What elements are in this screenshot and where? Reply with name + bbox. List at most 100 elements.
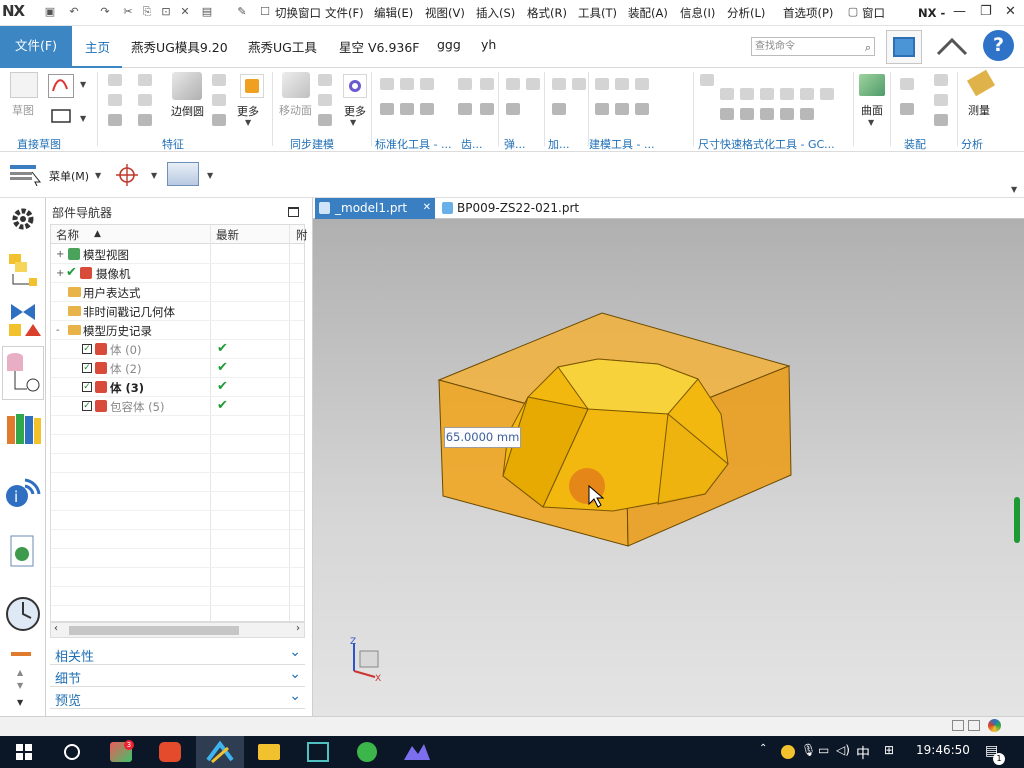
- dim-format-icon[interactable]: [780, 108, 794, 120]
- delete-icon[interactable]: ✕: [178, 5, 192, 19]
- taskbar-explorer-icon[interactable]: [245, 736, 293, 768]
- cortana-search-icon[interactable]: [48, 736, 96, 768]
- spring-tool-icon[interactable]: [526, 78, 540, 90]
- dimension-label[interactable]: 65.0000 mm: [444, 427, 521, 448]
- close-tab-icon[interactable]: ✕: [423, 198, 431, 218]
- std-tool-icon[interactable]: [380, 78, 394, 90]
- spring-tool-icon[interactable]: [506, 78, 520, 90]
- model-tool-icon[interactable]: [615, 103, 629, 115]
- menu-assembly[interactable]: 装配(A): [628, 5, 668, 21]
- dim-format-icon[interactable]: [820, 88, 834, 100]
- dim-format-icon[interactable]: [740, 108, 754, 120]
- maximize-icon[interactable]: [288, 207, 299, 217]
- tab-yh[interactable]: yh: [481, 37, 496, 52]
- group-sync-modeling[interactable]: 同步建模: [290, 136, 334, 152]
- menu-insert[interactable]: 插入(S): [476, 5, 515, 21]
- repeat-command-icon[interactable]: ▤: [200, 5, 214, 19]
- edge-blend-icon[interactable]: [172, 72, 202, 100]
- expand-toggle-icon[interactable]: +: [56, 250, 65, 260]
- assembly-icon[interactable]: [900, 103, 914, 115]
- panel-dependencies[interactable]: 相关性 ⌄: [50, 644, 305, 665]
- web-browser-icon[interactable]: [3, 532, 43, 572]
- info-icon[interactable]: i: [3, 472, 43, 512]
- chevron-down-icon[interactable]: ▼: [245, 118, 251, 127]
- menu-file[interactable]: 文件(F): [325, 5, 364, 21]
- expand-toggle-icon[interactable]: +: [56, 269, 65, 279]
- chevron-down-icon[interactable]: ▼: [80, 114, 86, 123]
- group-direct-sketch[interactable]: 直接草图: [17, 136, 61, 152]
- pull-face-icon[interactable]: [318, 74, 332, 86]
- scroll-thumb[interactable]: [69, 626, 239, 635]
- std-tool-icon[interactable]: [400, 78, 414, 90]
- tree-row[interactable]: + ✔ 摄像机: [51, 264, 304, 283]
- roles-icon[interactable]: [3, 646, 43, 670]
- panel-details[interactable]: 细节 ⌄: [50, 666, 305, 687]
- chevron-up-icon[interactable]: ⌃: [759, 743, 767, 754]
- tab-home[interactable]: 主页: [85, 37, 110, 56]
- panel-preview[interactable]: 预览 ⌄: [50, 688, 305, 709]
- group-dim-format[interactable]: 尺寸快速格式化工具 - GC...: [698, 136, 835, 152]
- chevron-down-icon[interactable]: ▼: [868, 118, 874, 127]
- menu-window[interactable]: 窗口: [862, 5, 885, 21]
- menu-button[interactable]: 菜单(M): [49, 168, 89, 184]
- feature-checkbox[interactable]: ✓: [82, 382, 92, 392]
- more-sync-label[interactable]: 更多: [344, 103, 366, 119]
- paste-icon[interactable]: ⊡: [159, 5, 173, 19]
- assembly-icon[interactable]: [934, 114, 948, 126]
- group-feature[interactable]: 特征: [162, 136, 184, 152]
- menu-icon[interactable]: [8, 162, 42, 187]
- feature-checkbox[interactable]: ✓: [82, 344, 92, 354]
- keyboard-icon[interactable]: ⊞: [884, 743, 894, 757]
- spring-tool-icon[interactable]: [506, 103, 520, 115]
- assembly-navigator-icon[interactable]: [3, 250, 43, 290]
- chevron-down-icon[interactable]: ▼: [17, 681, 23, 690]
- surface-icon[interactable]: [859, 74, 885, 96]
- tree-row[interactable]: ✓ 体 (2) ✔: [51, 359, 304, 378]
- window-icon[interactable]: ▢: [846, 5, 860, 19]
- taskbar-app-icon[interactable]: 3: [98, 736, 146, 768]
- std-tool-icon[interactable]: [400, 103, 414, 115]
- help-icon[interactable]: ?: [983, 30, 1014, 61]
- navigator-hscrollbar[interactable]: ‹ ›: [50, 622, 305, 638]
- network-icon[interactable]: ▭: [818, 743, 829, 757]
- model-tool-icon[interactable]: [595, 103, 609, 115]
- search-icon[interactable]: ⌕: [865, 39, 871, 56]
- chevron-down-icon[interactable]: ▼: [207, 171, 213, 180]
- assembly-icon[interactable]: [934, 94, 948, 106]
- std-tool-icon[interactable]: [420, 78, 434, 90]
- shell-icon[interactable]: [138, 94, 152, 106]
- column-name[interactable]: 名称: [56, 227, 79, 243]
- chevron-down-icon[interactable]: ▼: [95, 171, 101, 180]
- dim-format-icon[interactable]: [760, 88, 774, 100]
- taskbar-browser-icon[interactable]: [343, 736, 391, 768]
- collapse-ribbon-button[interactable]: [934, 30, 970, 64]
- tree-row[interactable]: + 模型视图: [51, 245, 304, 264]
- reuse-library-icon[interactable]: [3, 408, 43, 448]
- menu-tools[interactable]: 工具(T): [578, 5, 617, 21]
- pattern-icon[interactable]: [138, 114, 152, 126]
- group-modeling-tools[interactable]: 建模工具 - ...: [589, 136, 654, 152]
- add-tool-icon[interactable]: [552, 78, 566, 90]
- chevron-down-icon[interactable]: ▼: [1011, 185, 1017, 194]
- dim-format-icon[interactable]: [780, 88, 794, 100]
- scroll-right-icon[interactable]: ›: [296, 623, 300, 634]
- viewport-scroll-indicator[interactable]: [1014, 497, 1020, 543]
- dim-format-icon[interactable]: [720, 88, 734, 100]
- add-tool-icon[interactable]: [552, 103, 566, 115]
- std-tool-icon[interactable]: [380, 103, 394, 115]
- gear-tool-icon[interactable]: [458, 78, 472, 90]
- copy-icon[interactable]: ⎘: [140, 5, 154, 19]
- switch-window-icon[interactable]: ☐: [258, 5, 272, 19]
- tree-row[interactable]: ✓ 包容体 (5) ✔: [51, 397, 304, 416]
- clock[interactable]: 19:46:50: [916, 743, 970, 757]
- rectangle-icon[interactable]: [48, 106, 74, 126]
- profile-icon[interactable]: [48, 74, 74, 98]
- tree-row[interactable]: - 模型历史记录: [51, 321, 304, 340]
- std-tool-icon[interactable]: [420, 103, 434, 115]
- dim-format-icon[interactable]: [720, 108, 734, 120]
- group-spring[interactable]: 弹...: [504, 136, 526, 152]
- chevron-down-icon[interactable]: ▼: [80, 80, 86, 89]
- revolve-icon[interactable]: [108, 94, 122, 106]
- menu-switch-window[interactable]: 切换窗口: [275, 5, 321, 21]
- chevron-down-icon[interactable]: ▼: [350, 118, 356, 127]
